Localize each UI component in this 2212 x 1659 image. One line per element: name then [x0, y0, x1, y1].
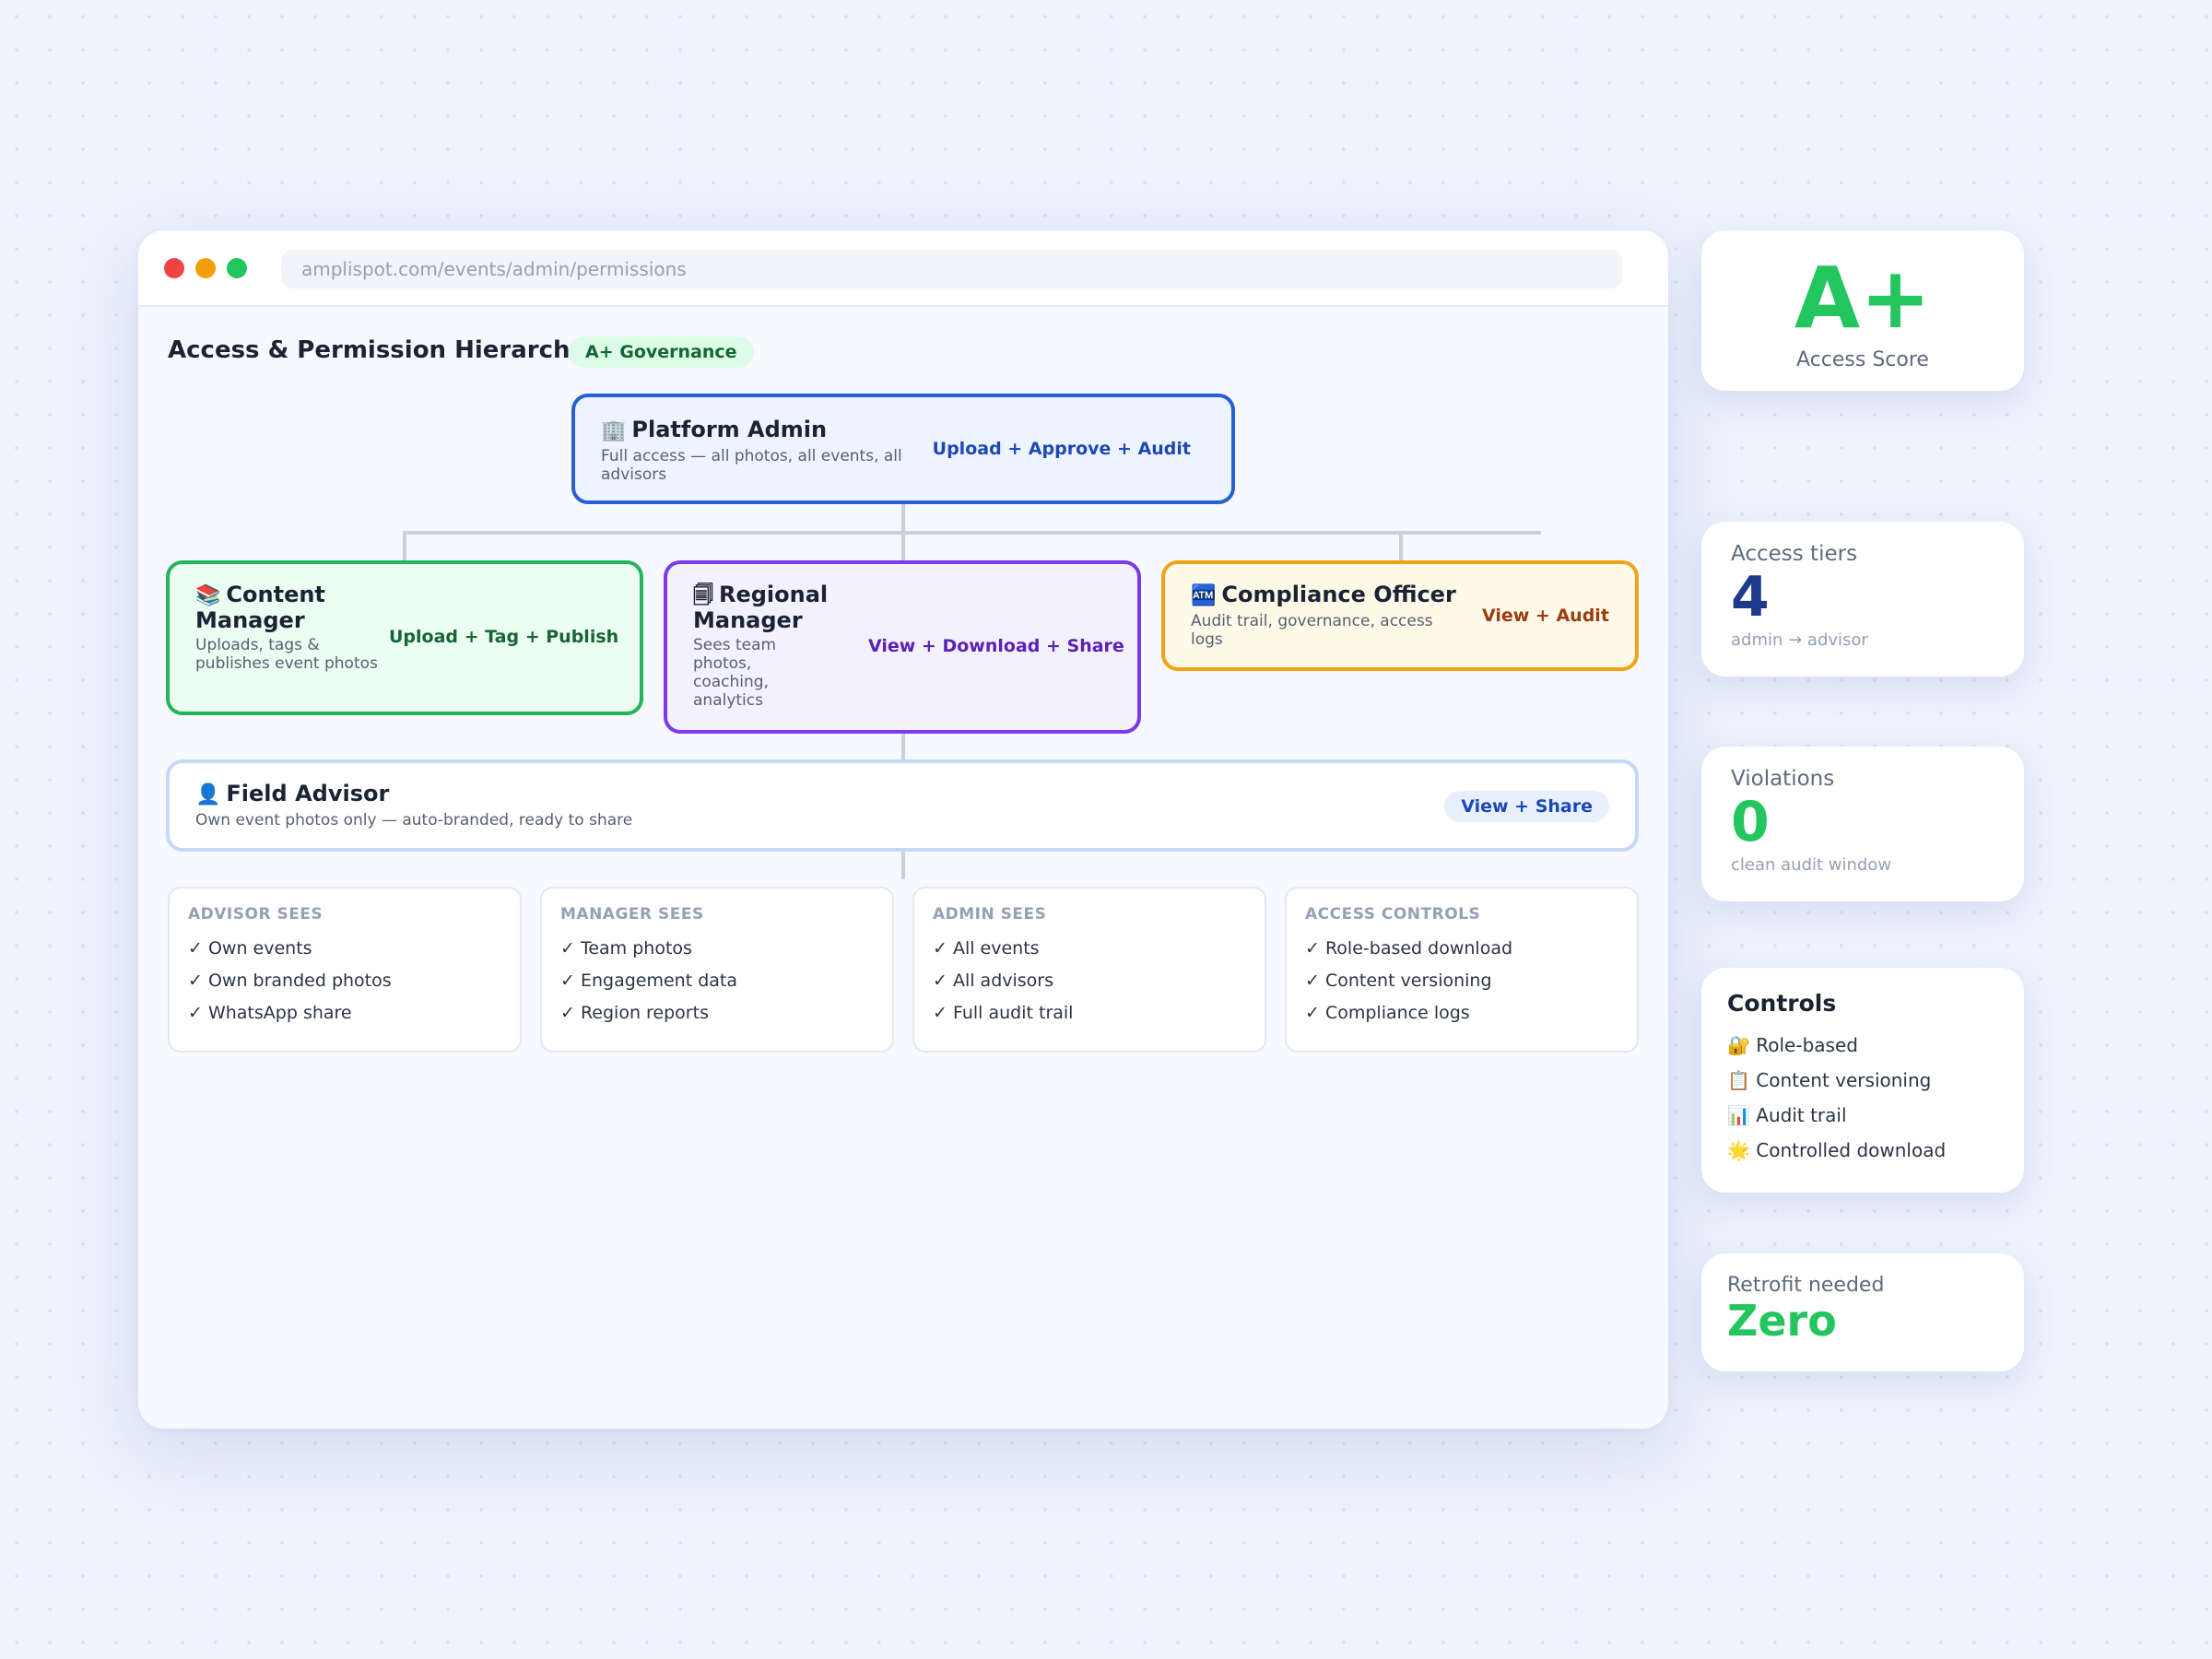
role-permissions-platform-admin: Upload + Approve + Audit	[932, 439, 1191, 459]
maximize-window-dot[interactable]	[227, 258, 247, 278]
access-tiers-value: 4	[1731, 565, 1770, 629]
role-permissions-content-manager: Upload + Tag + Publish	[389, 627, 619, 647]
retrofit-label: Retrofit needed	[1727, 1274, 1885, 1297]
violations-sub: clean audit window	[1731, 855, 1892, 875]
role-desc-compliance-officer: Audit trail, governance, access logs	[1191, 612, 1433, 649]
list-item: ✓ Team photos	[560, 938, 692, 959]
user-icon: 👤	[195, 783, 221, 806]
building-icon: 🏢	[601, 419, 627, 442]
controls-title: Controls	[1727, 990, 1837, 1017]
manager-sees-panel: MANAGER SEES ✓ Team photos ✓ Engagement …	[540, 887, 894, 1053]
controls-card: Controls 🔐 Role-based 📋 Content versioni…	[1701, 968, 2024, 1193]
access-score-card: A+ Access Score	[1701, 230, 2024, 391]
list-item: ✓ All advisors	[933, 971, 1054, 991]
role-title-compliance-officer: Compliance Officer	[1221, 582, 1456, 607]
violations-value: 0	[1731, 790, 1770, 854]
connector-regional-down	[901, 734, 905, 759]
access-score-grade: A+	[1794, 249, 1932, 347]
admin-sees-panel: ADMIN SEES ✓ All events ✓ All advisors ✓…	[912, 887, 1266, 1053]
connector-right-drop	[1399, 531, 1403, 560]
list-item: ✓ All events	[933, 938, 1040, 959]
browser-titlebar: amplispot.com/events/admin/permissions	[138, 230, 1668, 307]
role-desc-content-manager: Uploads, tags & publishes event photos	[195, 636, 378, 673]
control-item-controlled-download: 🌟 Controlled download	[1727, 1139, 1947, 1161]
access-tiers-sub: admin → advisor	[1731, 630, 1868, 650]
access-tiers-label: Access tiers	[1731, 542, 1858, 566]
role-desc-field-advisor: Own event photos only — auto-branded, re…	[195, 811, 633, 830]
browser-window: amplispot.com/events/admin/permissions A…	[138, 230, 1668, 1429]
panel-title: ADVISOR SEES	[188, 905, 324, 924]
address-bar[interactable]: amplispot.com/events/admin/permissions	[281, 250, 1622, 288]
list-item: ✓ Role-based download	[1305, 938, 1513, 959]
list-item: ✓ Full audit trail	[933, 1003, 1074, 1023]
role-header: 🗐 Regional Manager Sees team photos, coac…	[693, 582, 831, 710]
retrofit-card: Retrofit needed Zero	[1701, 1253, 2024, 1371]
governance-badge: A+ Governance	[569, 336, 754, 368]
advisor-sees-panel: ADVISOR SEES ✓ Own events ✓ Own branded …	[168, 887, 522, 1053]
list-item: ✓ Compliance logs	[1305, 1003, 1470, 1023]
list-item: ✓ Engagement data	[560, 971, 737, 991]
control-item-content-versioning: 📋 Content versioning	[1727, 1069, 1932, 1091]
list-item: ✓ Own events	[188, 938, 312, 959]
list-item: ✓ Own branded photos	[188, 971, 392, 991]
books-icon: 📚	[195, 584, 221, 607]
role-card-content-manager[interactable]: 📚 Content Manager Uploads, tags & publish…	[166, 560, 643, 715]
role-card-regional-manager[interactable]: 🗐 Regional Manager Sees team photos, coac…	[664, 560, 1141, 734]
access-controls-panel: ACCESS CONTROLS ✓ Role-based download ✓ …	[1285, 887, 1639, 1053]
page-title: Access & Permission Hierarchy	[168, 336, 586, 364]
control-item-role-based: 🔐 Role-based	[1727, 1034, 1858, 1056]
panel-title: ADMIN SEES	[933, 905, 1047, 924]
role-card-platform-admin[interactable]: 🏢 Platform Admin Full access — all photos…	[571, 394, 1235, 504]
violations-card: Violations 0 clean audit window	[1701, 747, 2024, 901]
violations-label: Violations	[1731, 767, 1835, 791]
role-card-compliance-officer[interactable]: 🏧 Compliance Officer Audit trail, governa…	[1161, 560, 1639, 671]
control-item-audit-trail: 📊 Audit trail	[1727, 1104, 1847, 1126]
role-header: 📚 Content Manager Uploads, tags & publish…	[195, 582, 380, 673]
minimize-window-dot[interactable]	[195, 258, 216, 278]
list-item: ✓ Content versioning	[1305, 971, 1492, 991]
role-permissions-regional-manager: View + Download + Share	[868, 636, 1124, 656]
role-header: 👤 Field Advisor Own event photos only — a…	[195, 782, 933, 830]
access-score-label: Access Score	[1796, 348, 1929, 371]
retrofit-value: Zero	[1727, 1296, 1837, 1346]
role-card-field-advisor[interactable]: 👤 Field Advisor Own event photos only — a…	[166, 759, 1639, 852]
role-header: 🏧 Compliance Officer Audit trail, governa…	[1191, 582, 1458, 649]
list-item: ✓ Region reports	[560, 1003, 709, 1023]
list-item: ✓ WhatsApp share	[188, 1003, 352, 1023]
close-window-dot[interactable]	[164, 258, 184, 278]
connector-horizontal	[403, 531, 1541, 535]
role-title-field-advisor: Field Advisor	[226, 781, 390, 806]
role-header: 🏢 Platform Admin Full access — all photos…	[601, 418, 933, 484]
atm-icon: 🏧	[1191, 584, 1217, 607]
access-tiers-card: Access tiers 4 admin → advisor	[1701, 522, 2024, 677]
role-desc-platform-admin: Full access — all photos, all events, al…	[601, 447, 902, 484]
role-permissions-compliance-officer: View + Audit	[1482, 606, 1609, 626]
role-title-platform-admin: Platform Admin	[631, 417, 828, 442]
connector-left-drop	[403, 531, 406, 560]
connector-advisor-down	[901, 852, 905, 879]
role-desc-regional-manager: Sees team photos, coaching, analytics	[693, 636, 777, 710]
panel-title: ACCESS CONTROLS	[1305, 905, 1481, 924]
panel-title: MANAGER SEES	[560, 905, 704, 924]
role-permissions-field-advisor: View + Share	[1444, 791, 1609, 822]
documents-icon: 🗐	[693, 584, 713, 607]
